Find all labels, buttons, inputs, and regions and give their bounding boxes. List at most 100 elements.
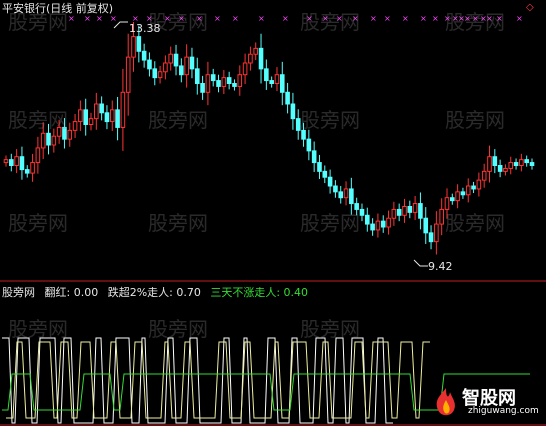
candle-body — [115, 109, 120, 128]
flame-icon — [436, 388, 455, 416]
candle-body — [109, 109, 115, 123]
signal-marker: × — [402, 14, 409, 23]
candle-body — [450, 197, 455, 202]
candle-body — [136, 36, 142, 52]
signal-marker: × — [232, 14, 239, 23]
indicator-line2 — [6, 341, 430, 419]
candle-body — [290, 103, 296, 120]
candle-body — [279, 74, 285, 93]
watermark: 股旁网 — [300, 211, 360, 235]
candle-body — [465, 185, 471, 196]
candle-body — [104, 112, 110, 123]
watermark: 股旁网 — [300, 108, 360, 132]
candle-body — [216, 80, 221, 87]
candle-body — [72, 121, 78, 131]
watermark: 股旁网 — [445, 108, 505, 132]
watermark: 股旁网 — [445, 211, 505, 235]
logo-url: zhiguwang.com — [468, 406, 539, 416]
candle-body — [94, 103, 99, 120]
candle-body — [492, 156, 498, 166]
chart-window[interactable]: × × × × × × × × × × × × × × × × × × × × × × × × × × × × × × × 股旁网 股旁网 … — [0, 0, 546, 426]
chart-title: 平安银行(日线 前复权) — [2, 2, 114, 15]
candle-body — [322, 170, 328, 178]
candle-body — [78, 109, 83, 123]
candle-body — [364, 214, 370, 225]
candle-body — [317, 162, 322, 172]
candle-body — [125, 56, 131, 93]
candle-body — [40, 132, 46, 149]
candle-body — [253, 47, 259, 55]
candle-body — [476, 179, 482, 190]
low-price-label: 9.42 — [428, 260, 453, 273]
indicator-line1-value: 翻红: 0.00 — [44, 286, 99, 299]
candle-body — [497, 165, 503, 172]
candle-body — [210, 74, 216, 82]
watermark: 股旁网 — [148, 317, 208, 341]
candle-body — [19, 156, 25, 171]
candle-body — [338, 191, 344, 199]
candle-body — [524, 159, 529, 164]
candle-body — [380, 220, 386, 228]
candle-body — [258, 47, 264, 70]
signal-marker: × — [384, 14, 391, 23]
candle-body — [471, 185, 476, 190]
indicator-line2-value: 跌超2%走人: 0.70 — [107, 286, 201, 299]
candle-body — [163, 62, 168, 73]
candle-body — [248, 53, 253, 64]
candle-body — [359, 208, 365, 216]
candle-body — [173, 53, 179, 67]
candle-body — [51, 135, 57, 146]
candle-body — [120, 91, 126, 128]
signal-marker: × — [214, 14, 221, 23]
watermark: 股旁网 — [300, 317, 360, 341]
watermark: 股旁网 — [148, 108, 208, 132]
candle-body — [460, 191, 466, 196]
candle-body — [487, 156, 492, 172]
watermark: 股旁网 — [8, 317, 68, 341]
candle-body — [46, 132, 51, 146]
candle-body — [386, 217, 391, 228]
candle-body — [306, 138, 312, 152]
watermark: 股旁网 — [300, 10, 360, 34]
candle-body — [434, 223, 439, 243]
signal-marker: × — [84, 14, 91, 23]
candle-body — [200, 83, 205, 93]
candle-body — [455, 191, 460, 202]
candle-body — [232, 83, 237, 87]
candle-body — [83, 109, 88, 125]
candle-body — [3, 159, 9, 164]
candle-body — [513, 162, 519, 166]
watermark: 股旁网 — [8, 211, 68, 235]
high-price-label: 13.38 — [129, 22, 161, 35]
candle-body — [503, 167, 508, 172]
candle-body — [157, 71, 163, 79]
watermark: 股旁网 — [148, 211, 208, 235]
candle-body — [333, 185, 338, 193]
candle-body — [349, 188, 354, 205]
candle-body — [152, 68, 158, 79]
signal-marker: × — [420, 14, 427, 23]
signal-marker: × — [68, 14, 75, 23]
candle-body — [274, 74, 280, 85]
candle-body — [529, 162, 535, 166]
candle-body — [237, 74, 243, 87]
candle-body — [205, 74, 211, 93]
candle-body — [179, 65, 184, 76]
candle-body — [168, 53, 174, 64]
candle-body — [269, 80, 274, 84]
candle-body — [481, 170, 487, 181]
candle-body — [412, 203, 418, 213]
candle-body — [14, 156, 19, 166]
watermark: 股旁网 — [8, 108, 68, 132]
candle-body — [131, 36, 136, 58]
candle-body — [375, 220, 381, 231]
candle-body — [226, 77, 232, 85]
candle-body — [418, 203, 423, 219]
corner-diamond-icon[interactable]: ◇ — [526, 1, 534, 14]
candle-body — [370, 223, 375, 231]
candle-body — [88, 118, 94, 126]
signal-marker: × — [432, 14, 439, 23]
signal-marker: × — [370, 14, 377, 23]
candle-body — [242, 62, 248, 76]
candle-body — [99, 103, 104, 114]
